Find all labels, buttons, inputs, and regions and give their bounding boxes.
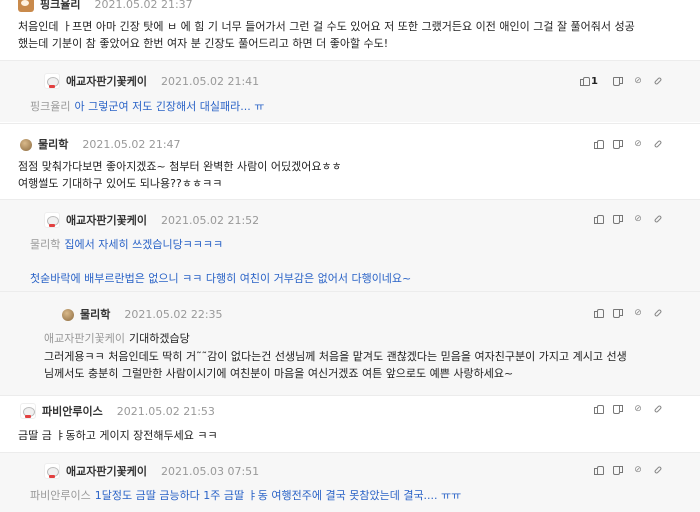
reply: 애교자판기꽃케이 2021.05.03 07:51 ⊘ 파비안루이스 1달정도 금…: [0, 452, 700, 512]
thumb-down-icon: [614, 140, 623, 149]
comment-text-line: 점점 맞춰가다보면 좋아지겠죠~ 첨부터 완벽한 사람이 어딨겠어요ㅎㅎ: [18, 160, 342, 173]
mention[interactable]: 물리학: [30, 238, 60, 251]
link-icon: [653, 76, 663, 86]
comment-text-line: 그러게용ㅋㅋ 처음인데도 딱히 거˜˜감이 없다는건 선생님께 처음을 맡겨도 …: [44, 350, 627, 363]
thumb-down-icon: [614, 405, 623, 414]
report-button[interactable]: ⊘: [628, 402, 648, 416]
report-icon: ⊘: [634, 76, 642, 86]
comment-date: 2021.05.02 21:41: [160, 74, 260, 88]
dislike-button[interactable]: [608, 463, 628, 477]
thumb-up-icon: [580, 76, 590, 86]
comment-author[interactable]: 핑크율리: [40, 0, 80, 12]
dislike-button[interactable]: [608, 74, 628, 88]
comment-date: 2021.05.03 07:51: [160, 464, 260, 478]
reply: 물리학 2021.05.02 22:35 ⊘ 애교자판기꽃케이 기대하겠습당 그러…: [0, 291, 700, 395]
bear-icon: [20, 403, 36, 419]
comment-text-line: 처음인데 ㅏ프면 아마 긴장 탓에 ㅂ 에 힘 기 너무 들어가서 그런 걸 수…: [18, 20, 635, 33]
dislike-button[interactable]: [608, 402, 628, 416]
link-icon: [653, 308, 663, 318]
report-button[interactable]: ⊘: [628, 74, 648, 88]
dislike-button[interactable]: [608, 212, 628, 226]
comment-author[interactable]: 애교자판기꽃케이: [66, 463, 147, 479]
report-button[interactable]: ⊘: [628, 306, 648, 320]
comment-date: 2021.05.02 21:37: [94, 0, 193, 11]
thumb-down-icon: [614, 466, 623, 475]
dog-icon: [18, 0, 34, 12]
report-icon: ⊘: [634, 465, 642, 475]
comment-text: 아 그렇군여 저도 긴장해서 대실패라... ㅠ: [74, 100, 265, 113]
reply: 애교자판기꽃케이 2021.05.02 21:52 ⊘ 물리학 집에서 자세히 쓰…: [0, 199, 700, 291]
thumb-down-icon: [614, 215, 623, 224]
comment-author[interactable]: 물리학: [38, 136, 68, 152]
share-link-button[interactable]: [648, 306, 668, 320]
reply: 애교자판기꽃케이 2021.05.02 21:41 1 ⊘ 핑크율리 아 그렇군여…: [0, 60, 700, 122]
report-icon: ⊘: [634, 404, 642, 414]
report-icon: ⊘: [634, 308, 642, 318]
mention[interactable]: 핑크율리: [30, 100, 70, 113]
comment: 물리학 2021.05.02 21:47 ⊘ 점점 맞춰가다보면 좋아지겠죠~ …: [0, 123, 700, 199]
brown-dot-icon: [20, 138, 32, 151]
thumb-down-icon: [614, 309, 623, 318]
thumb-up-icon: [593, 404, 604, 414]
comment-author[interactable]: 애교자판기꽃케이: [66, 212, 147, 228]
share-link-button[interactable]: [648, 74, 668, 88]
like-button[interactable]: [588, 402, 608, 416]
report-button[interactable]: ⊘: [628, 212, 648, 226]
comment-date: 2021.05.02 21:53: [116, 404, 215, 418]
mention[interactable]: 파비안루이스: [30, 489, 91, 502]
comment-author[interactable]: 애교자판기꽃케이: [66, 73, 147, 89]
share-link-button[interactable]: [648, 212, 668, 226]
like-button[interactable]: [588, 306, 608, 320]
link-icon: [653, 465, 663, 475]
like-button[interactable]: [588, 463, 608, 477]
dislike-button[interactable]: [608, 137, 628, 151]
comment-author[interactable]: 파비안루이스: [42, 403, 103, 419]
share-link-button[interactable]: [648, 402, 668, 416]
report-button[interactable]: ⊘: [628, 463, 648, 477]
comment: 파비안루이스 2021.05.02 21:53 ⊘ 금딸 금 ㅑ동하고 게이지 …: [0, 395, 700, 452]
comment-text: 첫숟바락에 배부르란법은 없으니 ㅋㅋ 다행히 여친이 거부감은 없어서 다행이…: [30, 272, 412, 285]
comment-text: 1달정도 금딸 금능하다 1주 금딸 ㅑ동 여행전주에 결국 못참았는데 결국.…: [94, 489, 462, 502]
like-button[interactable]: 1: [580, 74, 608, 88]
like-count: 1: [591, 75, 598, 87]
comment-date: 2021.05.02 21:47: [82, 137, 181, 151]
link-icon: [653, 214, 663, 224]
comment-text-line: 금딸 금 ㅑ동하고 게이지 장전해두세요 ㅋㅋ: [18, 429, 218, 442]
thumb-down-icon: [614, 77, 623, 86]
report-icon: ⊘: [634, 214, 642, 224]
thumb-up-icon: [593, 308, 604, 318]
share-link-button[interactable]: [648, 137, 668, 151]
comment-date: 2021.05.02 21:52: [160, 213, 260, 227]
comment-author[interactable]: 물리학: [80, 306, 110, 322]
comment-text-line: 여행썰도 기대하구 있어도 되나용??ㅎㅎㅋㅋ: [18, 177, 223, 190]
comment-text: 기대하겠습당: [128, 332, 190, 345]
mention[interactable]: 애교자판기꽃케이: [44, 332, 125, 345]
thumb-up-icon: [593, 465, 604, 475]
comment: 핑크율리 2021.05.02 21:37 처음인데 ㅏ프면 아마 긴장 탓에 …: [0, 0, 700, 60]
thumb-up-icon: [593, 214, 604, 224]
like-button[interactable]: [588, 137, 608, 151]
comment-date: 2021.05.02 22:35: [124, 307, 223, 321]
comment-text: 집에서 자세히 쓰겠습니당ㅋㅋㅋㅋ: [64, 238, 224, 251]
dislike-button[interactable]: [608, 306, 628, 320]
like-button[interactable]: [588, 212, 608, 226]
link-icon: [653, 404, 663, 414]
link-icon: [653, 139, 663, 149]
bear-icon: [44, 212, 60, 228]
comment-text-line: 님께서도 충분히 그럴만한 사람이시기에 여친분이 마음을 여신거겠죠 여튼 앞…: [44, 367, 514, 380]
report-button[interactable]: ⊘: [628, 137, 648, 151]
brown-dot-icon: [62, 308, 74, 321]
comment-text-line: 했는데 기분이 참 좋았어요 한번 여자 분 긴장도 풀어드리고 하면 더 좋아…: [18, 37, 389, 50]
report-icon: ⊘: [634, 139, 642, 149]
bear-icon: [44, 73, 60, 89]
share-link-button[interactable]: [648, 463, 668, 477]
thumb-up-icon: [593, 139, 604, 149]
bear-icon: [44, 463, 60, 479]
